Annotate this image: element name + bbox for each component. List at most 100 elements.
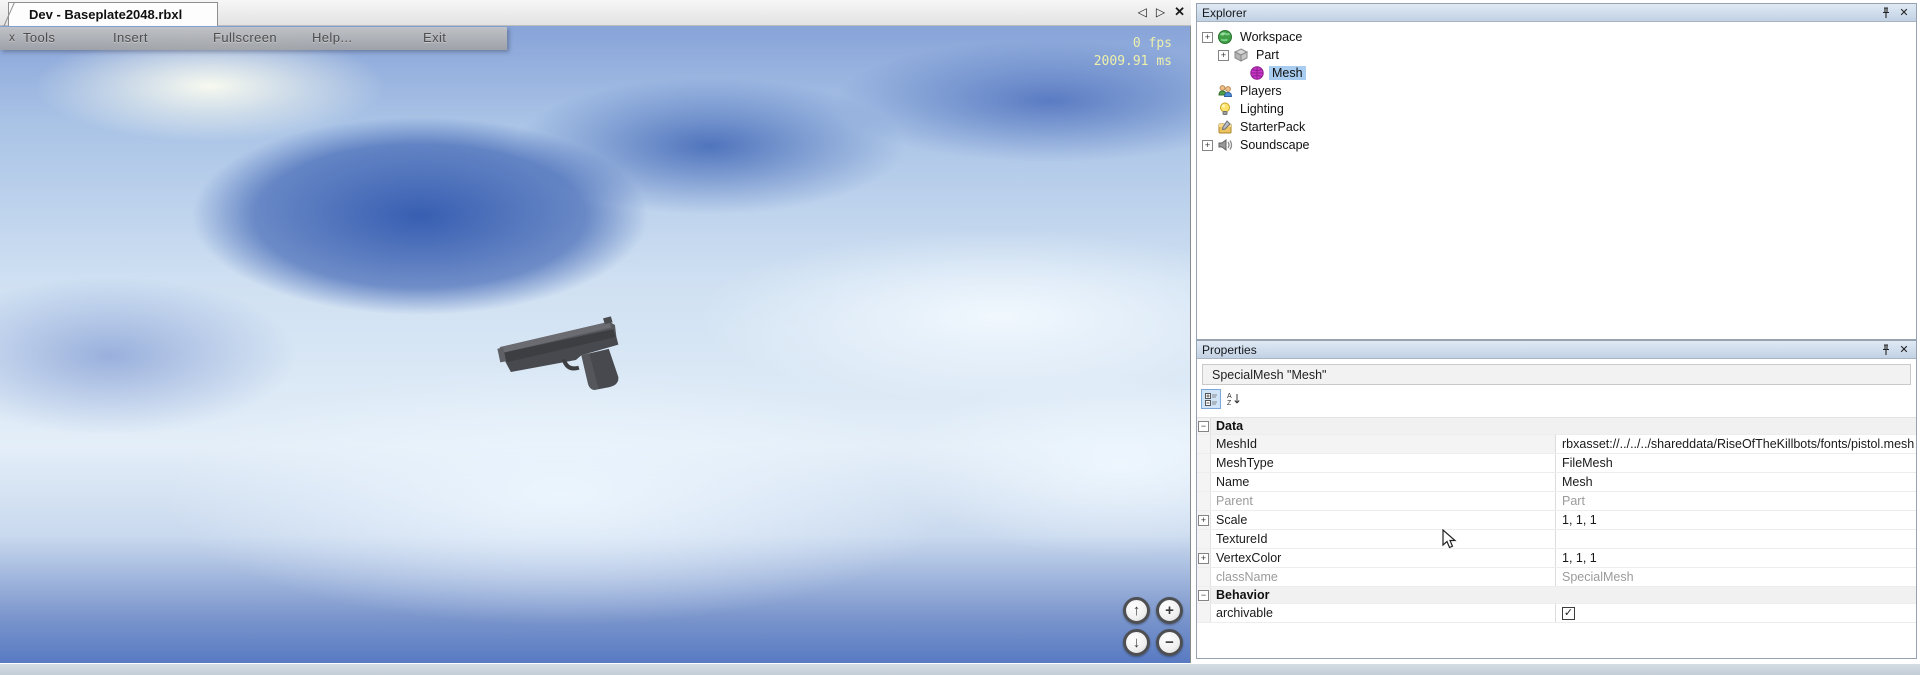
explorer-title: Explorer [1202, 6, 1247, 20]
tree-item-label[interactable]: Lighting [1237, 102, 1287, 116]
property-name: Scale [1211, 511, 1556, 529]
explorer-pin-icon[interactable] [1879, 6, 1893, 20]
property-expand-icon[interactable]: + [1198, 553, 1209, 564]
section-name: Behavior [1211, 588, 1270, 602]
menu-item-help[interactable]: Help... [312, 30, 352, 45]
tree-item-workspace[interactable]: + Workspace [1197, 28, 1916, 46]
property-value[interactable]: ✓ [1556, 604, 1916, 622]
explorer-tree: + Workspace + Part Mesh Players Lighting Starte… [1197, 23, 1916, 339]
svg-text:Z: Z [1227, 400, 1232, 406]
property-name: className [1211, 568, 1556, 586]
property-value[interactable]: rbxasset://../../../shareddata/RiseOfThe… [1556, 435, 1916, 453]
properties-header: Properties ✕ [1197, 341, 1916, 359]
menu-item-insert[interactable]: Insert [113, 30, 148, 45]
property-row-vertexcolor: +VertexColor1, 1, 1 [1197, 549, 1916, 568]
menubar-close-icon[interactable]: x [9, 30, 15, 44]
tree-item-label[interactable]: StarterPack [1237, 120, 1308, 134]
property-name: Name [1211, 473, 1556, 491]
expander-icon[interactable]: + [1202, 32, 1213, 43]
section-collapse-icon[interactable]: − [1198, 421, 1209, 432]
menu-item-fullscreen[interactable]: Fullscreen [213, 30, 277, 45]
mesh-icon [1249, 65, 1265, 81]
property-section-behavior[interactable]: −Behavior [1197, 587, 1916, 604]
camera-tilt-up-button[interactable]: ↑ [1123, 597, 1150, 624]
property-name: archivable [1211, 604, 1556, 622]
property-row-classname: classNameSpecialMesh [1197, 568, 1916, 587]
row-margin [1197, 492, 1211, 510]
property-name: VertexColor [1211, 549, 1556, 567]
archivable-checkbox[interactable]: ✓ [1562, 607, 1575, 620]
expander-icon[interactable]: + [1218, 50, 1229, 61]
window-bottom-frame [0, 663, 1920, 675]
row-margin [1197, 530, 1211, 548]
players-icon [1217, 83, 1233, 99]
property-value[interactable]: 1, 1, 1 [1556, 511, 1916, 529]
tab-close-icon[interactable]: ✕ [1174, 4, 1185, 20]
camera-controls: ↑ + ↓ − [1123, 597, 1183, 656]
property-value[interactable]: SpecialMesh [1556, 568, 1916, 586]
menu-item-exit[interactable]: Exit [423, 30, 446, 45]
starterpack-icon [1217, 119, 1233, 135]
property-value[interactable]: 1, 1, 1 [1556, 549, 1916, 567]
fps-counter: 0 fps 2009.91 ms [1094, 35, 1172, 71]
section-collapse-icon[interactable]: − [1198, 590, 1209, 601]
property-value[interactable] [1556, 530, 1916, 548]
expander-icon[interactable]: + [1202, 140, 1213, 151]
property-row-meshtype: MeshTypeFileMesh [1197, 454, 1916, 473]
document-tab[interactable]: Dev - Baseplate2048.rbxl [8, 2, 218, 26]
row-margin [1197, 568, 1211, 586]
document-tab-strip: Dev - Baseplate2048.rbxl ◁ ▷ ✕ [0, 0, 1191, 26]
property-name: TextureId [1211, 530, 1556, 548]
tree-item-soundscape[interactable]: + Soundscape [1197, 136, 1916, 154]
property-row-parent: ParentPart [1197, 492, 1916, 511]
row-margin [1197, 454, 1211, 472]
tree-item-players[interactable]: Players [1197, 82, 1916, 100]
row-margin [1197, 473, 1211, 491]
categorized-view-button[interactable] [1201, 389, 1221, 409]
svg-text:A: A [1227, 393, 1232, 400]
tree-item-label[interactable]: Players [1237, 84, 1285, 98]
viewport-pane: Dev - Baseplate2048.rbxl ◁ ▷ ✕ [0, 0, 1191, 663]
menu-item-tools[interactable]: Tools [23, 30, 55, 45]
property-expand-icon[interactable]: + [1198, 515, 1209, 526]
tree-item-starterpack[interactable]: StarterPack [1197, 118, 1916, 136]
camera-zoom-out-button[interactable]: − [1156, 629, 1183, 656]
properties-grid: −DataMeshIdrbxasset://../../../shareddat… [1197, 417, 1916, 658]
game-menubar: x Tools Insert Fullscreen Help... Exit [0, 27, 507, 50]
tab-scroll-right-icon[interactable]: ▷ [1156, 4, 1165, 20]
tree-item-label[interactable]: Workspace [1237, 30, 1305, 44]
tree-item-label[interactable]: Soundscape [1237, 138, 1313, 152]
3d-viewport[interactable]: x Tools Insert Fullscreen Help... Exit 0… [0, 26, 1191, 663]
explorer-panel: Explorer ✕ + Workspace + Part Mesh Players Lig… [1196, 3, 1917, 340]
tree-item-label[interactable]: Part [1253, 48, 1282, 62]
row-margin [1197, 435, 1211, 453]
docked-panels: Explorer ✕ +Workspace+PartMeshPlayersLig… [1192, 0, 1920, 663]
soundscape-icon [1217, 137, 1233, 153]
alphabetical-sort-button[interactable]: A Z [1224, 389, 1244, 409]
properties-close-icon[interactable]: ✕ [1897, 343, 1911, 357]
tree-item-label[interactable]: Mesh [1269, 66, 1306, 80]
properties-title: Properties [1202, 343, 1257, 357]
camera-tilt-down-button[interactable]: ↓ [1123, 629, 1150, 656]
tree-item-part[interactable]: + Part [1197, 46, 1916, 64]
property-name: MeshType [1211, 454, 1556, 472]
pistol-mesh [497, 313, 642, 398]
explorer-close-icon[interactable]: ✕ [1897, 6, 1911, 20]
row-margin [1197, 604, 1211, 622]
tab-scroll-left-icon[interactable]: ◁ [1138, 4, 1147, 20]
properties-pin-icon[interactable] [1879, 343, 1893, 357]
tree-item-mesh[interactable]: Mesh [1197, 64, 1916, 82]
property-row-archivable: archivable ✓ [1197, 604, 1916, 623]
property-value[interactable]: Part [1556, 492, 1916, 510]
selected-object-caption: SpecialMesh "Mesh" [1202, 364, 1911, 385]
property-value[interactable]: Mesh [1556, 473, 1916, 491]
explorer-header: Explorer ✕ [1197, 4, 1916, 22]
tree-item-lighting[interactable]: Lighting [1197, 100, 1916, 118]
property-row-meshid: MeshIdrbxasset://../../../shareddata/Ris… [1197, 435, 1916, 454]
tab-slant-edge [3, 2, 15, 27]
property-section-data[interactable]: −Data [1197, 418, 1916, 435]
properties-panel: Properties ✕ SpecialMesh "Mesh" [1196, 340, 1917, 659]
row-margin: + [1197, 511, 1211, 529]
camera-zoom-in-button[interactable]: + [1156, 597, 1183, 624]
property-value[interactable]: FileMesh [1556, 454, 1916, 472]
